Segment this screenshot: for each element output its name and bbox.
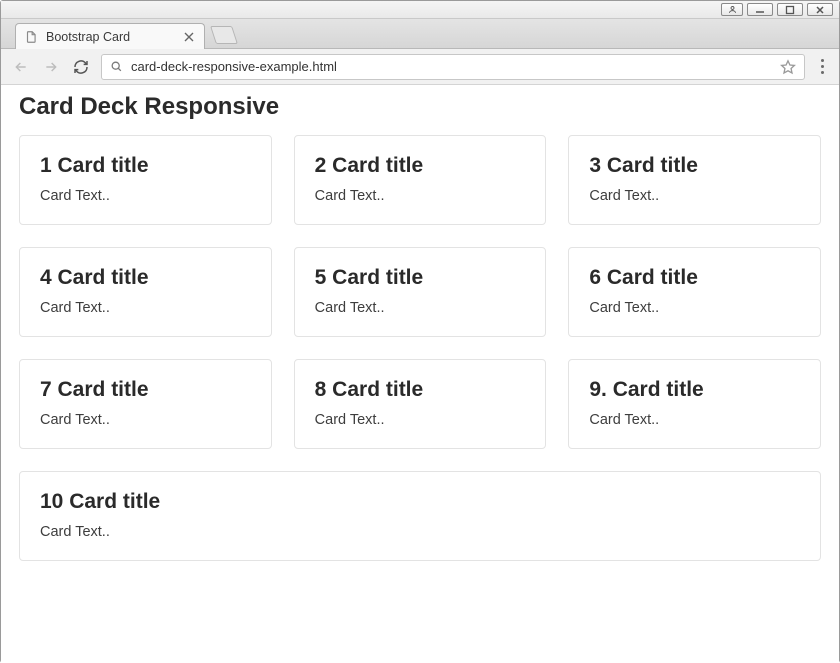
card-title: 10 Card title <box>40 490 800 514</box>
card-text: Card Text.. <box>589 412 800 428</box>
tab-title: Bootstrap Card <box>46 30 130 44</box>
card-text: Card Text.. <box>40 524 800 540</box>
arrow-left-icon <box>13 59 29 75</box>
dots-icon <box>821 59 824 62</box>
card-text: Card Text.. <box>40 300 251 316</box>
card-text: Card Text.. <box>315 412 526 428</box>
browser-menu-button[interactable] <box>815 59 829 74</box>
card: 8 Card title Card Text.. <box>294 359 547 449</box>
card-title: 6 Card title <box>589 266 800 290</box>
card: 10 Card title Card Text.. <box>19 471 821 561</box>
new-tab-button[interactable] <box>210 26 238 44</box>
card-title: 3 Card title <box>589 154 800 178</box>
card-deck: 1 Card title Card Text.. 2 Card title Ca… <box>19 135 821 561</box>
close-icon <box>815 5 825 15</box>
back-button[interactable] <box>11 57 31 77</box>
card: 7 Card title Card Text.. <box>19 359 272 449</box>
maximize-icon <box>785 5 795 15</box>
close-tab-icon[interactable] <box>184 32 194 42</box>
close-window-button[interactable] <box>807 3 833 16</box>
reload-button[interactable] <box>71 57 91 77</box>
page-heading: Card Deck Responsive <box>19 93 821 121</box>
page-icon <box>24 30 38 44</box>
card-title: 9. Card title <box>589 378 800 402</box>
card-title: 7 Card title <box>40 378 251 402</box>
card: 6 Card title Card Text.. <box>568 247 821 337</box>
card: 3 Card title Card Text.. <box>568 135 821 225</box>
card-title: 5 Card title <box>315 266 526 290</box>
card-text: Card Text.. <box>40 188 251 204</box>
person-icon <box>728 5 737 14</box>
card-text: Card Text.. <box>40 412 251 428</box>
maximize-button[interactable] <box>777 3 803 16</box>
card-title: 1 Card title <box>40 154 251 178</box>
card-title: 4 Card title <box>40 266 251 290</box>
card-text: Card Text.. <box>315 188 526 204</box>
card: 5 Card title Card Text.. <box>294 247 547 337</box>
bookmark-star-icon[interactable] <box>780 59 796 75</box>
minimize-icon <box>755 5 765 15</box>
address-text: card-deck-responsive-example.html <box>131 59 337 74</box>
reload-icon <box>73 59 89 75</box>
tab-bar: Bootstrap Card <box>1 19 839 49</box>
window-controls <box>1 1 839 19</box>
card-text: Card Text.. <box>315 300 526 316</box>
card-text: Card Text.. <box>589 188 800 204</box>
address-bar[interactable]: card-deck-responsive-example.html <box>101 54 805 80</box>
browser-tab[interactable]: Bootstrap Card <box>15 23 205 49</box>
page-content: Card Deck Responsive 1 Card title Card T… <box>1 85 839 663</box>
card-text: Card Text.. <box>589 300 800 316</box>
card: 9. Card title Card Text.. <box>568 359 821 449</box>
account-button[interactable] <box>721 3 743 16</box>
card: 2 Card title Card Text.. <box>294 135 547 225</box>
forward-button[interactable] <box>41 57 61 77</box>
card-title: 2 Card title <box>315 154 526 178</box>
card: 1 Card title Card Text.. <box>19 135 272 225</box>
card-title: 8 Card title <box>315 378 526 402</box>
minimize-button[interactable] <box>747 3 773 16</box>
card: 4 Card title Card Text.. <box>19 247 272 337</box>
browser-toolbar: card-deck-responsive-example.html <box>1 49 839 85</box>
arrow-right-icon <box>43 59 59 75</box>
search-icon <box>110 60 123 73</box>
